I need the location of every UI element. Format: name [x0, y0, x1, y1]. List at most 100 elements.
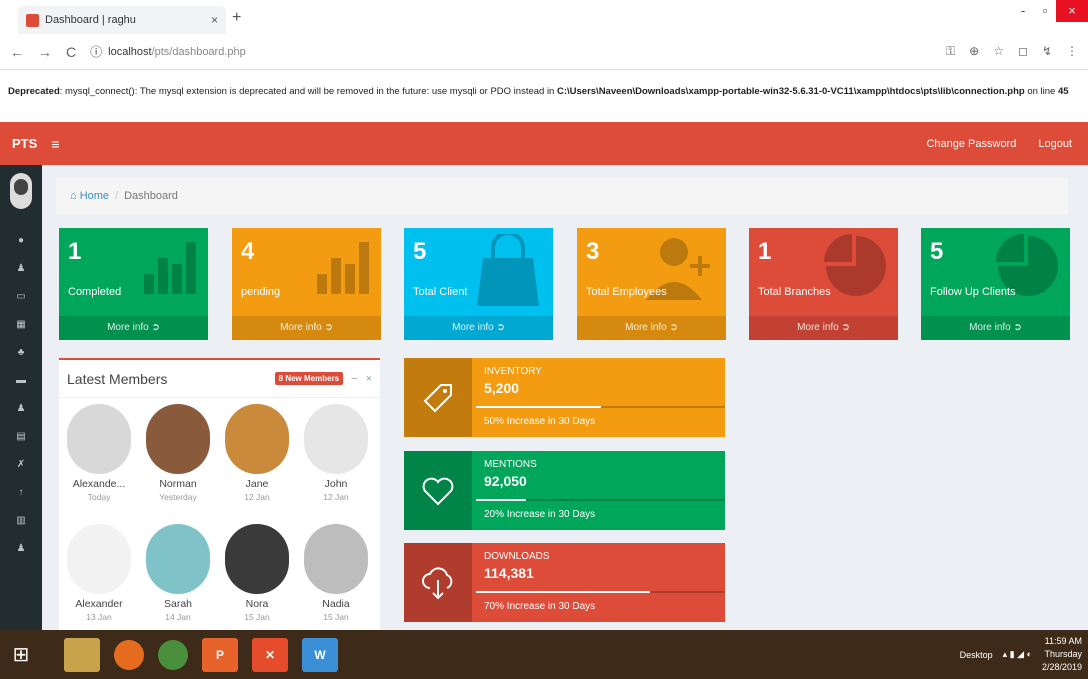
panel-title: Latest Members	[67, 370, 168, 387]
desktop-toolbar[interactable]: Desktop	[960, 650, 993, 660]
member-avatar	[67, 404, 131, 474]
zoom-icon[interactable]: ⊕	[969, 44, 979, 59]
member-item[interactable]: Norman Yesterday	[140, 404, 216, 502]
member-avatar	[67, 524, 131, 594]
more-info-link[interactable]: More info ➲	[404, 316, 553, 340]
remove-icon[interactable]: ×	[366, 373, 372, 385]
member-name: Alexander	[75, 598, 123, 610]
maximize-button[interactable]: ▫	[1034, 0, 1056, 22]
more-info-link[interactable]: More info ➲	[232, 316, 381, 340]
new-tab-button[interactable]: +	[232, 9, 241, 27]
more-info-link[interactable]: More info ➲	[577, 316, 726, 340]
users-icon[interactable]: ♣	[18, 339, 25, 367]
windows-start-icon[interactable]: ⊞	[0, 642, 42, 667]
logout-link[interactable]: Logout	[1038, 138, 1072, 150]
favicon-icon	[26, 13, 39, 27]
file-explorer-icon[interactable]	[64, 637, 100, 672]
info-box-value: 92,050	[484, 473, 527, 489]
cart-icon[interactable]: ▬	[16, 367, 26, 395]
minimize-button[interactable]: -	[1012, 0, 1034, 22]
back-icon[interactable]: ←	[10, 44, 24, 60]
user-icon[interactable]: ♟	[17, 395, 26, 423]
member-item[interactable]: Alexande... Today	[61, 404, 137, 502]
forward-icon[interactable]: →	[38, 44, 52, 60]
member-item[interactable]: Sarah 14 Jan	[140, 524, 216, 622]
pin-icon[interactable]: ↑	[19, 479, 24, 507]
collapse-icon[interactable]: −	[351, 373, 357, 385]
progress-fill	[476, 591, 651, 593]
stat-number: 3	[586, 238, 600, 265]
stat-box: 5 Follow Up Clients More info ➲	[921, 228, 1070, 340]
warning-path: C:\Users\Naveen\Downloads\xampp-portable…	[556, 86, 1025, 97]
extension-icon[interactable]: ↯	[1042, 44, 1052, 59]
browser-toolbar-icons: ⚿ ⊕ ☆ ◻ ↯ ⋮	[946, 44, 1078, 59]
member-item[interactable]: Nadia 15 Jan	[298, 524, 374, 622]
card-icon[interactable]: ▥	[16, 507, 25, 535]
bar-chart-icon	[317, 242, 369, 294]
user-avatar[interactable]	[10, 173, 32, 209]
stat-number: 1	[758, 238, 772, 265]
clock-time: 11:59 AM	[1044, 636, 1082, 646]
user-add-icon[interactable]: ♟	[17, 255, 26, 283]
member-name: John	[324, 478, 348, 490]
member-item[interactable]: Alexander 13 Jan	[61, 524, 137, 622]
member-item[interactable]: John 12 Jan	[298, 404, 374, 502]
url-host: localhost	[108, 45, 152, 58]
chrome-icon[interactable]	[158, 639, 188, 670]
tray-icons[interactable]: ▴ ▮ ◢ ◐	[1003, 649, 1032, 660]
more-info-link[interactable]: More info ➲	[921, 316, 1070, 340]
tools-icon[interactable]: ✗	[17, 451, 25, 479]
shield-icon[interactable]: ◻	[1018, 44, 1028, 59]
breadcrumb-home[interactable]: ⌂ Home	[70, 190, 109, 202]
more-info-link[interactable]: More info ➲	[59, 316, 208, 340]
star-icon[interactable]: ☆	[993, 44, 1004, 59]
reload-icon[interactable]: C	[66, 44, 76, 60]
member-name: Nadia	[322, 598, 350, 610]
tag-icon	[404, 358, 472, 437]
browser-tab-bar: Dashboard | raghu × + - ▫ ×	[0, 0, 1088, 34]
building-icon[interactable]: ▦	[16, 311, 25, 339]
sidebar: ● ♟ ▭ ▦ ♣ ▬ ♟ ▤ ✗ ↑ ▥ ♟	[0, 165, 42, 630]
dashboard-icon[interactable]: ●	[18, 227, 24, 255]
member-avatar	[304, 404, 368, 474]
stat-label: Total Branches	[758, 286, 831, 298]
member-name: Nora	[245, 598, 269, 610]
more-info-label: More info	[280, 322, 322, 333]
close-window-button[interactable]: ×	[1056, 0, 1088, 22]
member-name: Norman	[159, 478, 197, 490]
new-members-badge: 8 New Members	[274, 372, 344, 385]
member-date: 13 Jan	[86, 612, 112, 622]
info-box-description: 70% Increase in 30 Days	[484, 601, 596, 612]
word-icon[interactable]: W	[302, 637, 338, 672]
more-info-link[interactable]: More info ➲	[749, 316, 898, 340]
brand-logo[interactable]: PTS	[12, 136, 37, 151]
arrow-circle-right-icon: ➲	[324, 322, 333, 333]
stat-box: 1 Total Branches More info ➲	[749, 228, 898, 340]
arrow-circle-right-icon: ➲	[1013, 322, 1022, 333]
browser-tab[interactable]: Dashboard | raghu ×	[18, 6, 226, 34]
xampp-icon[interactable]: ✕	[252, 637, 288, 672]
info-box-title: DOWNLOADS	[484, 551, 550, 562]
key-icon[interactable]: ⚿	[946, 44, 955, 59]
info-icon[interactable]: ⓘ	[90, 43, 102, 60]
firefox-icon[interactable]	[114, 639, 144, 670]
more-info-label: More info	[452, 322, 494, 333]
powerpoint-icon[interactable]: P	[202, 637, 238, 672]
hamburger-menu-icon[interactable]: ≡	[51, 136, 59, 152]
document-icon[interactable]: ▤	[16, 423, 25, 451]
member-item[interactable]: Nora 15 Jan	[219, 524, 295, 622]
member-date: Today	[87, 492, 111, 502]
id-card-icon[interactable]: ▭	[16, 283, 25, 311]
change-password-link[interactable]: Change Password	[926, 138, 1016, 150]
more-info-label: More info	[107, 322, 149, 333]
stat-box: 3 Total Employees More info ➲	[577, 228, 726, 340]
stat-label: Total Client	[413, 286, 468, 298]
menu-dots-icon[interactable]: ⋮	[1066, 44, 1078, 59]
tab-close-icon[interactable]: ×	[211, 13, 218, 27]
info-box-inventory: INVENTORY 5,200 50% Increase in 30 Days	[404, 358, 725, 437]
url-field[interactable]: ⓘ localhost/pts/dashboard.php	[90, 43, 932, 60]
profile-icon[interactable]: ♟	[17, 535, 26, 563]
clock[interactable]: 11:59 AM Thursday 2/28/2019	[1042, 635, 1082, 674]
member-item[interactable]: Jane 12 Jan	[219, 404, 295, 502]
member-avatar	[146, 524, 210, 594]
